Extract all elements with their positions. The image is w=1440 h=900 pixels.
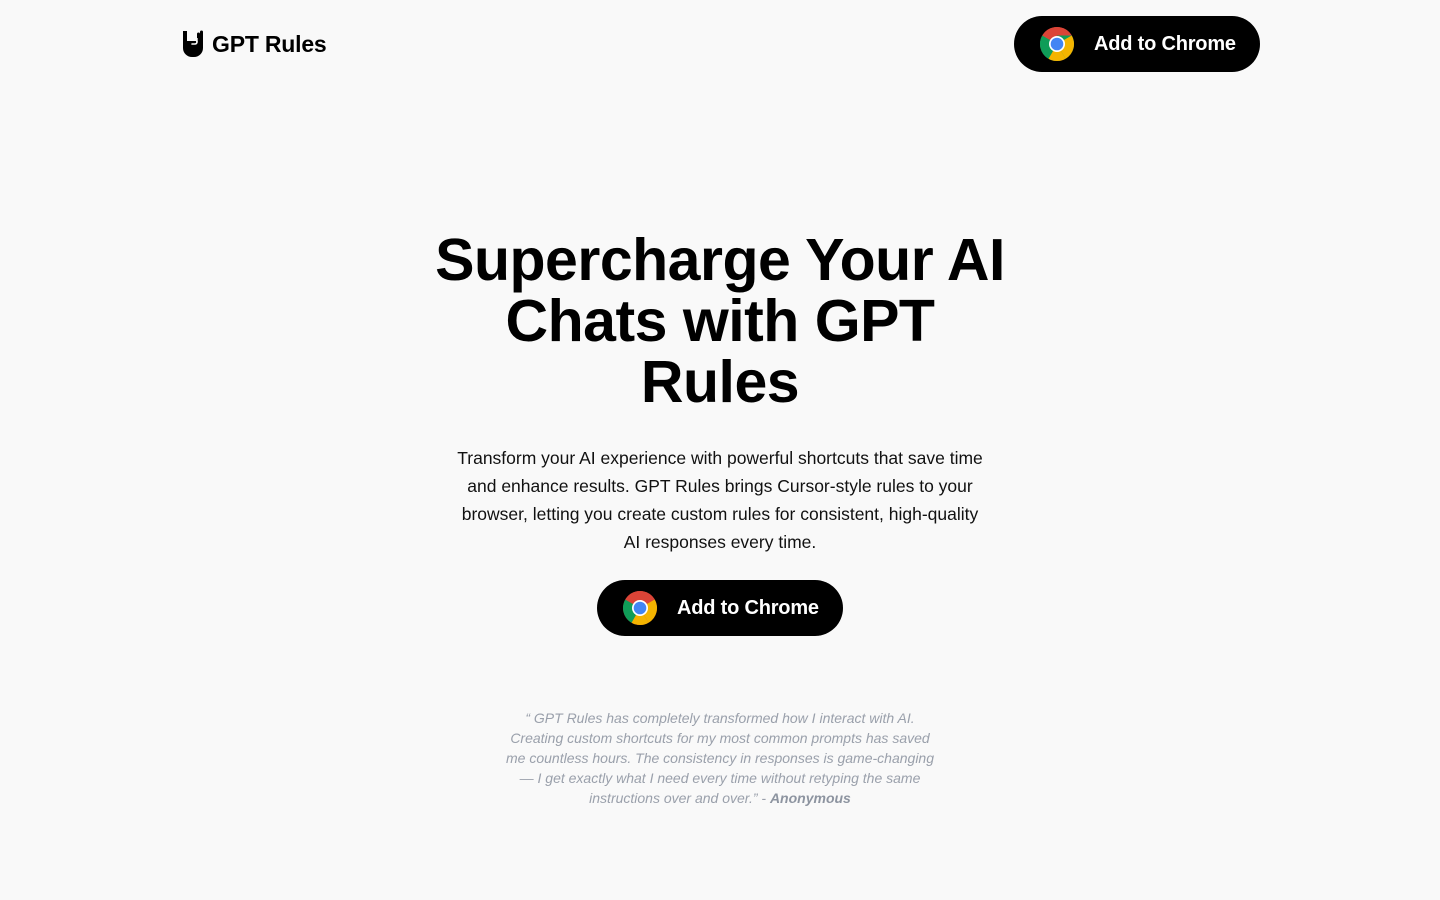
- brand-name: GPT Rules: [212, 31, 327, 57]
- testimonial-quote: “ GPT Rules has completely transformed h…: [506, 710, 934, 806]
- hero-subtitle: Transform your AI experience with powerf…: [457, 448, 983, 552]
- add-to-chrome-label: Add to Chrome: [1094, 32, 1236, 55]
- landing-page: GPT Rules Add to Chrome Supercharge Your: [0, 0, 1440, 900]
- testimonial-author: Anonymous: [769, 790, 851, 806]
- add-to-chrome-button-hero[interactable]: Add to Chrome: [597, 580, 843, 636]
- chrome-icon: [623, 591, 657, 625]
- testimonial: “ GPT Rules has completely transformed h…: [500, 708, 940, 808]
- add-to-chrome-button-header[interactable]: Add to Chrome: [1014, 16, 1260, 72]
- hero-title: Supercharge Your AI Chats with GPT Rules: [435, 227, 1005, 415]
- site-header: GPT Rules Add to Chrome: [0, 0, 1440, 88]
- chrome-icon: [1040, 27, 1074, 61]
- add-to-chrome-label: Add to Chrome: [677, 596, 819, 619]
- rock-hand-icon: [180, 29, 204, 59]
- brand-logo-link[interactable]: GPT Rules: [180, 29, 327, 59]
